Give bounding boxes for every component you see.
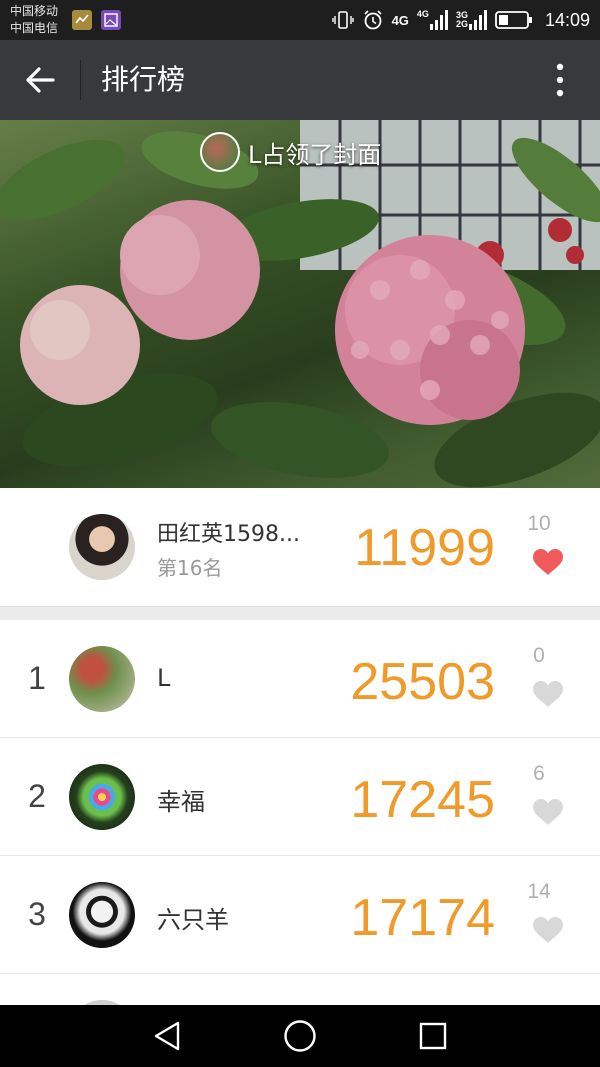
heart-icon bbox=[533, 549, 563, 575]
like-button[interactable] bbox=[532, 548, 564, 576]
player-name: L bbox=[157, 664, 171, 692]
carrier-info: 中国移动 中国电信 bbox=[10, 3, 58, 37]
like-button[interactable] bbox=[532, 680, 564, 708]
like-count: 6 bbox=[533, 762, 545, 785]
like-count: 14 bbox=[527, 880, 551, 903]
arrow-left-icon bbox=[26, 67, 55, 93]
rank-number: 1 bbox=[28, 660, 46, 696]
more-menu-button[interactable] bbox=[540, 60, 580, 100]
nav-home-button[interactable] bbox=[280, 1016, 320, 1056]
carrier-1: 中国移动 bbox=[10, 4, 59, 18]
heart-icon bbox=[533, 681, 563, 707]
rank-number: 2 bbox=[28, 778, 46, 814]
more-vertical-icon bbox=[556, 63, 564, 97]
player-score: 25503 bbox=[350, 653, 495, 711]
cover-owner-avatar[interactable] bbox=[200, 132, 240, 172]
notification-app-icon bbox=[72, 10, 92, 30]
ranking-row[interactable]: 2 幸福 17245 6 bbox=[0, 738, 600, 856]
rank-number: 3 bbox=[28, 896, 46, 932]
battery-icon bbox=[495, 11, 532, 29]
my-name: 田红英1598... bbox=[157, 522, 300, 547]
back-button[interactable] bbox=[18, 58, 62, 102]
avatar[interactable] bbox=[69, 514, 135, 580]
app-bar: 排行榜 bbox=[0, 40, 600, 120]
app-bar-divider bbox=[80, 60, 81, 100]
avatar[interactable] bbox=[69, 882, 135, 948]
status-bar: 中国移动 中国电信 4G 4G 3G 2G 14:09 bbox=[0, 0, 600, 40]
cover-owner[interactable]: L占领了封面 bbox=[200, 132, 381, 172]
player-name: 六只羊 bbox=[157, 906, 229, 934]
status-icons: 4G 4G 3G 2G 14:09 bbox=[331, 0, 590, 40]
avatar[interactable] bbox=[69, 764, 135, 830]
section-divider bbox=[0, 606, 600, 620]
cover-owner-text: L占领了封面 bbox=[248, 140, 382, 169]
player-score: 17174 bbox=[350, 889, 495, 947]
carrier-2: 中国电信 bbox=[10, 21, 59, 35]
like-button[interactable] bbox=[532, 798, 564, 826]
my-like-count: 10 bbox=[527, 512, 551, 535]
system-navigation-bar bbox=[0, 1005, 600, 1067]
my-rank-card[interactable]: 田红英1598... 第16名 11999 10 bbox=[0, 488, 600, 606]
gallery-app-icon bbox=[101, 10, 121, 30]
like-count: 0 bbox=[533, 644, 545, 667]
nav-back-button[interactable] bbox=[147, 1016, 187, 1056]
cover-image[interactable]: L占领了封面 bbox=[0, 120, 600, 488]
like-button[interactable] bbox=[532, 916, 564, 944]
heart-icon bbox=[533, 799, 563, 825]
triangle-back-icon bbox=[154, 1021, 180, 1051]
ranking-row[interactable]: 1 L 25503 0 bbox=[0, 620, 600, 738]
alarm-icon bbox=[364, 10, 382, 30]
page-title: 排行榜 bbox=[101, 63, 186, 96]
my-score: 11999 bbox=[354, 519, 495, 577]
clock: 14:09 bbox=[544, 9, 590, 30]
player-name: 幸福 bbox=[157, 788, 205, 816]
ranking-row[interactable]: 3 六只羊 17174 14 bbox=[0, 856, 600, 974]
cover-photo-hydrangeas bbox=[0, 120, 600, 488]
square-recents-icon bbox=[419, 1022, 447, 1050]
vibrate-icon bbox=[331, 11, 354, 29]
heart-icon bbox=[533, 917, 563, 943]
my-rank-position: 第16名 bbox=[157, 556, 223, 580]
signal-1-icon: 4G bbox=[417, 10, 448, 30]
player-score: 17245 bbox=[350, 771, 495, 829]
circle-home-icon bbox=[284, 1020, 316, 1052]
network-type-1: 4G bbox=[391, 12, 409, 28]
nav-recents-button[interactable] bbox=[413, 1016, 453, 1056]
avatar[interactable] bbox=[69, 646, 135, 712]
signal-2-icon: 3G 2G bbox=[456, 10, 487, 30]
